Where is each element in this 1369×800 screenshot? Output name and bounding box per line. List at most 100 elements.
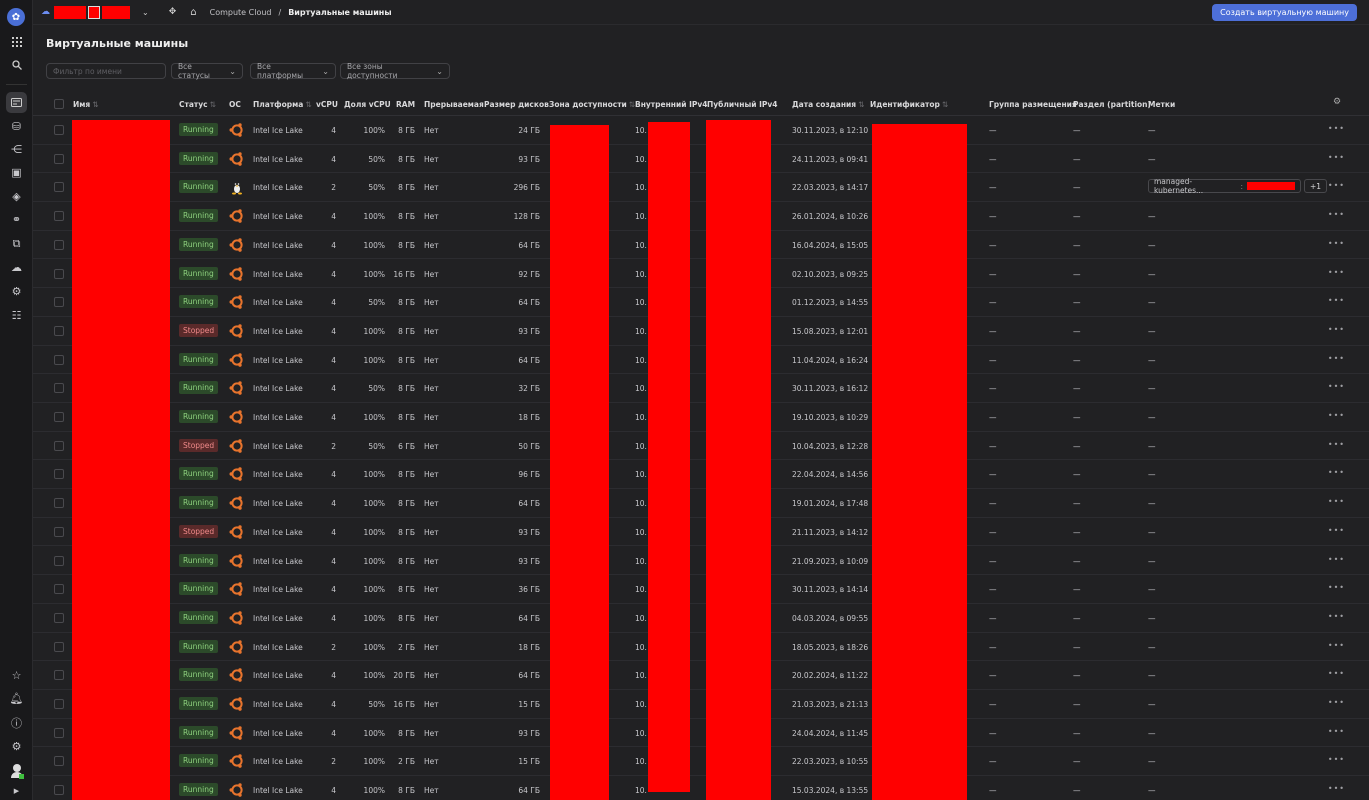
row-actions-ellipsis-icon[interactable]: ••• xyxy=(1328,755,1345,764)
col-status[interactable]: Статус ⇅ xyxy=(179,100,216,109)
favorites-star-icon[interactable]: ☆ xyxy=(6,665,27,686)
notifications-bell-icon[interactable]: 🔔︎ xyxy=(6,688,27,709)
row-actions-ellipsis-icon[interactable]: ••• xyxy=(1328,239,1345,248)
row-checkbox[interactable] xyxy=(54,498,64,509)
row-checkbox[interactable] xyxy=(54,325,64,336)
zone-filter-select[interactable]: Все зоны доступности ⌄ xyxy=(340,62,450,80)
cloud-logo-icon[interactable]: ✿ xyxy=(7,8,25,26)
row-checkbox[interactable] xyxy=(54,584,64,595)
table-row[interactable]: Running Intel Ice Lake 4 100% 8 ГБ Нет 64 ГБ 10… xyxy=(33,231,1369,260)
table-row[interactable]: Stopped Intel Ice Lake 4 100% 8 ГБ Нет 93 ГБ 10… xyxy=(33,518,1369,547)
row-actions-ellipsis-icon[interactable]: ••• xyxy=(1328,583,1345,592)
table-row[interactable]: Running Intel Ice Lake 4 100% 8 ГБ Нет 93 ГБ 10… xyxy=(33,547,1369,576)
row-actions-ellipsis-icon[interactable]: ••• xyxy=(1328,411,1345,420)
row-actions-ellipsis-icon[interactable]: ••• xyxy=(1328,784,1345,793)
col-platform[interactable]: Платформа ⇅ xyxy=(253,100,312,109)
labels-more-chip[interactable]: +1 xyxy=(1304,179,1328,194)
row-checkbox[interactable] xyxy=(54,211,64,222)
row-checkbox[interactable] xyxy=(54,670,64,681)
expand-sidebar-icon[interactable]: ▶ xyxy=(6,784,27,798)
row-actions-ellipsis-icon[interactable]: ••• xyxy=(1328,268,1345,277)
service-switcher-icon[interactable]: ✥ xyxy=(169,7,177,17)
row-checkbox[interactable] xyxy=(54,239,64,250)
user-avatar-icon[interactable] xyxy=(6,760,27,781)
row-checkbox[interactable] xyxy=(54,612,64,623)
table-row[interactable]: Running Intel Ice Lake 4 50% 8 ГБ Нет 93 ГБ 10.… xyxy=(33,145,1369,174)
images-icon[interactable]: ▣ xyxy=(6,162,27,183)
row-actions-ellipsis-icon[interactable]: ••• xyxy=(1328,296,1345,305)
row-actions-ellipsis-icon[interactable]: ••• xyxy=(1328,727,1345,736)
row-checkbox[interactable] xyxy=(54,153,64,164)
share-nodes-icon[interactable]: ⋲ xyxy=(6,139,27,160)
apps-grid-icon[interactable] xyxy=(6,31,27,52)
platform-filter-select[interactable]: Все платформы ⌄ xyxy=(250,62,336,80)
label-chip[interactable]: managed-kubernetes...: xyxy=(1148,177,1301,195)
row-actions-ellipsis-icon[interactable]: ••• xyxy=(1328,153,1345,162)
table-row[interactable]: Running Intel Ice Lake 4 100% 8 ГБ Нет 36 ГБ 10… xyxy=(33,575,1369,604)
row-actions-ellipsis-icon[interactable]: ••• xyxy=(1328,210,1345,219)
table-row[interactable]: Running Intel Ice Lake 4 100% 8 ГБ Нет 93 ГБ 10… xyxy=(33,719,1369,748)
create-vm-button[interactable]: Создать виртуальную машину xyxy=(1212,4,1357,21)
table-row[interactable]: Running Intel Ice Lake 2 100% 2 ГБ Нет 18 ГБ 10… xyxy=(33,633,1369,662)
row-checkbox[interactable] xyxy=(54,641,64,652)
row-actions-ellipsis-icon[interactable]: ••• xyxy=(1328,555,1345,564)
row-checkbox[interactable] xyxy=(54,354,64,365)
select-all-checkbox[interactable] xyxy=(54,99,64,109)
row-checkbox[interactable] xyxy=(54,182,64,193)
table-row[interactable]: Running Intel Ice Lake 4 50% 8 ГБ Нет 64 ГБ 10.… xyxy=(33,288,1369,317)
table-row[interactable]: Stopped Intel Ice Lake 2 50% 6 ГБ Нет 50 ГБ 10.… xyxy=(33,432,1369,461)
table-row[interactable]: Running Intel Ice Lake 4 100% 8 ГБ Нет 64 ГБ 10… xyxy=(33,604,1369,633)
row-actions-ellipsis-icon[interactable]: ••• xyxy=(1328,325,1345,334)
vm-list-icon[interactable] xyxy=(6,92,27,113)
row-actions-ellipsis-icon[interactable]: ••• xyxy=(1328,497,1345,506)
row-actions-ellipsis-icon[interactable]: ••• xyxy=(1328,124,1345,133)
table-settings-gear-icon[interactable]: ⚙ xyxy=(1333,97,1341,107)
row-checkbox[interactable] xyxy=(54,756,64,767)
row-actions-ellipsis-icon[interactable]: ••• xyxy=(1328,669,1345,678)
row-checkbox[interactable] xyxy=(54,297,64,308)
table-row[interactable]: Stopped Intel Ice Lake 4 100% 8 ГБ Нет 93 ГБ 10… xyxy=(33,317,1369,346)
table-row[interactable]: Running Intel Ice Lake 4 100% 8 ГБ Нет 24 ГБ 10… xyxy=(33,116,1369,145)
row-actions-ellipsis-icon[interactable]: ••• xyxy=(1328,641,1345,650)
snapshots-icon[interactable]: ⚭ xyxy=(6,209,27,230)
row-checkbox[interactable] xyxy=(54,555,64,566)
table-row[interactable]: Running Intel Ice Lake 4 100% 8 ГБ Нет 128 ГБ 1… xyxy=(33,202,1369,231)
row-checkbox[interactable] xyxy=(54,383,64,394)
home-icon[interactable]: ⌂ xyxy=(190,7,196,18)
row-checkbox[interactable] xyxy=(54,412,64,422)
status-filter-select[interactable]: Все статусы ⌄ xyxy=(171,62,243,80)
name-filter-input[interactable]: Фильтр по имени xyxy=(46,63,166,79)
row-actions-ellipsis-icon[interactable]: ••• xyxy=(1328,612,1345,621)
instance-groups-icon[interactable]: ⧉ xyxy=(6,233,27,254)
table-row[interactable]: Running Intel Ice Lake 4 100% 16 ГБ Нет 92 ГБ 1… xyxy=(33,260,1369,289)
row-actions-ellipsis-icon[interactable]: ••• xyxy=(1328,354,1345,363)
table-row[interactable]: Running Intel Ice Lake 2 50% 8 ГБ Нет 296 ГБ 10… xyxy=(33,173,1369,203)
table-row[interactable]: Running Intel Ice Lake 2 100% 2 ГБ Нет 15 ГБ 10… xyxy=(33,747,1369,777)
table-row[interactable]: Running Intel Ice Lake 4 50% 8 ГБ Нет 32 ГБ 10.… xyxy=(33,374,1369,403)
row-checkbox[interactable] xyxy=(54,268,64,279)
col-id[interactable]: Идентификатор ⇅ xyxy=(870,100,948,109)
disks-icon[interactable]: ⛁ xyxy=(6,116,27,137)
table-row[interactable]: Running Intel Ice Lake 4 50% 16 ГБ Нет 15 ГБ 10… xyxy=(33,690,1369,719)
col-created[interactable]: Дата создания ⇅ xyxy=(792,100,864,109)
chevron-down-icon[interactable]: ⌄ xyxy=(142,8,149,17)
row-checkbox[interactable] xyxy=(54,469,64,480)
redacted-folder-name[interactable] xyxy=(102,5,130,19)
row-actions-ellipsis-icon[interactable]: ••• xyxy=(1328,382,1345,391)
cloud-backup-icon[interactable]: ☁ xyxy=(6,257,27,278)
row-actions-ellipsis-icon[interactable]: ••• xyxy=(1328,181,1345,190)
breadcrumb-service[interactable]: Compute Cloud xyxy=(210,8,272,17)
row-actions-ellipsis-icon[interactable]: ••• xyxy=(1328,440,1345,449)
table-row[interactable]: Running Intel Ice Lake 4 100% 8 ГБ Нет 64 ГБ 10… xyxy=(33,346,1369,375)
table-row[interactable]: Running Intel Ice Lake 4 100% 8 ГБ Нет 18 ГБ 10… xyxy=(33,403,1369,432)
row-checkbox[interactable] xyxy=(54,785,64,796)
table-row[interactable]: Running Intel Ice Lake 4 100% 8 ГБ Нет 64 ГБ 10… xyxy=(33,776,1369,800)
row-actions-ellipsis-icon[interactable]: ••• xyxy=(1328,468,1345,477)
row-checkbox[interactable] xyxy=(54,526,64,537)
row-actions-ellipsis-icon[interactable]: ••• xyxy=(1328,698,1345,707)
table-row[interactable]: Running Intel Ice Lake 4 100% 8 ГБ Нет 64 ГБ 10… xyxy=(33,489,1369,518)
row-checkbox[interactable] xyxy=(54,699,64,709)
settings-gear-icon[interactable]: ⚙ xyxy=(6,736,27,757)
help-icon[interactable]: ⓘ xyxy=(6,712,27,733)
col-name[interactable]: Имя ⇅ xyxy=(73,100,99,109)
